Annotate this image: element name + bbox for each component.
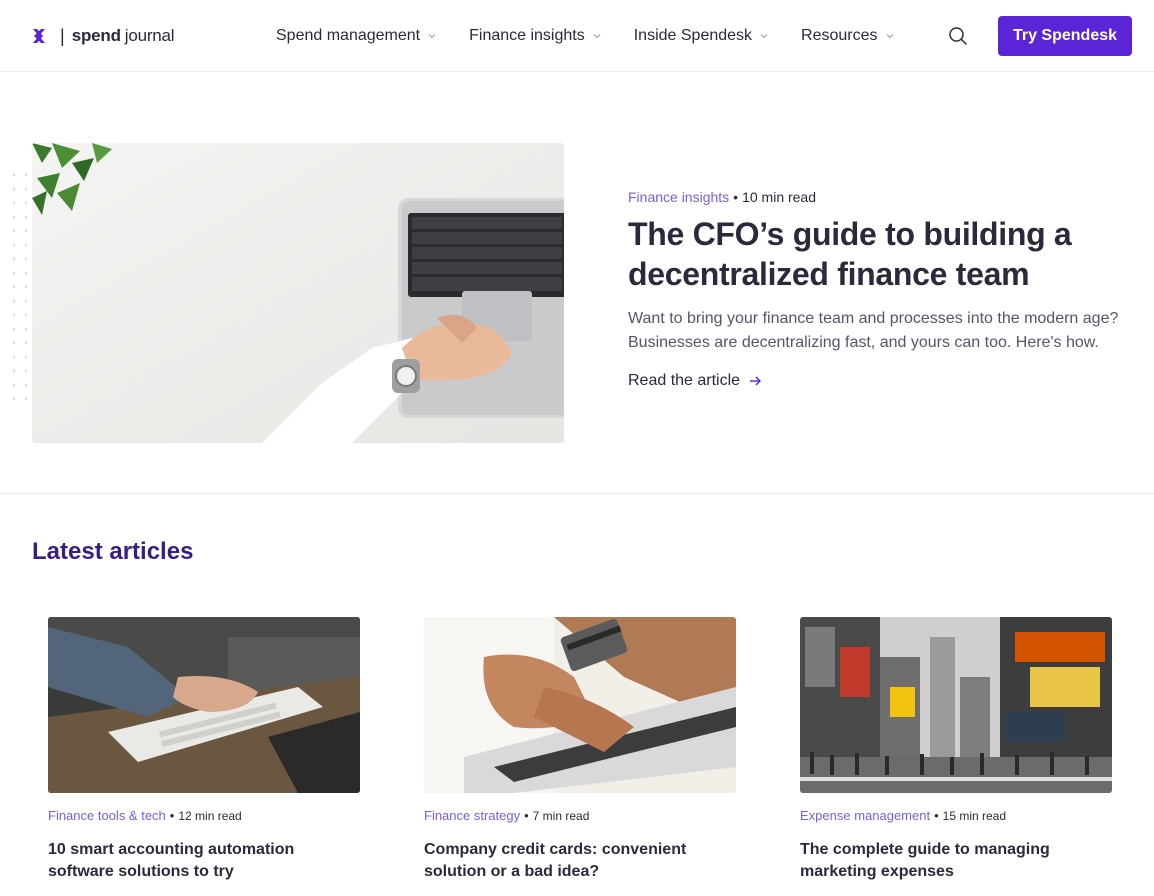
- article-meta: Finance tools & tech • 12 min read: [48, 808, 360, 823]
- read-article-link[interactable]: Read the article: [628, 372, 762, 390]
- article-meta: Expense management • 15 min read: [800, 808, 1112, 823]
- search-icon[interactable]: [947, 25, 969, 47]
- hero-article-meta: Finance insights • 10 min read: [628, 189, 816, 205]
- nav-label: Finance insights: [469, 27, 585, 44]
- keyboard-photo: [48, 617, 360, 793]
- nav-spend-management[interactable]: Spend management: [276, 27, 436, 45]
- credit-card-photo: [424, 617, 736, 793]
- logo-text-journal: journal: [124, 26, 175, 45]
- laptop-desk-photo: [32, 143, 564, 443]
- nav-label: Spend management: [276, 27, 421, 44]
- article-category-link[interactable]: Finance tools & tech: [48, 808, 166, 823]
- article-title[interactable]: Company credit cards: convenient solutio…: [424, 839, 724, 883]
- nav-label: Inside Spendesk: [633, 27, 753, 44]
- section-divider: [0, 493, 1154, 494]
- article-card: Finance strategy • 7 min read Company cred…: [424, 617, 736, 883]
- latest-articles-heading: Latest articles: [32, 538, 194, 565]
- arrow-right-icon: [750, 376, 762, 386]
- hero-article-title[interactable]: The CFO’s guide to building a decentrali…: [628, 214, 1128, 294]
- logo-text-spend: spend: [71, 26, 121, 45]
- main-nav: Spend management Finance insights Inside…: [276, 24, 894, 48]
- spendesk-logo-icon: [33, 29, 45, 43]
- logo-separator: |: [60, 25, 65, 46]
- article-meta: Finance strategy • 7 min read: [424, 808, 736, 823]
- nav-finance-insights[interactable]: Finance insights: [469, 27, 601, 45]
- article-category-link[interactable]: Finance strategy: [424, 808, 520, 823]
- nav-label: Resources: [801, 27, 878, 44]
- article-title[interactable]: The complete guide to managing marketing…: [800, 839, 1100, 883]
- try-spendesk-button[interactable]: Try Spendesk: [998, 16, 1132, 56]
- hero-image[interactable]: [32, 143, 564, 443]
- chevron-down-icon: [886, 34, 893, 39]
- article-card: Expense management • 15 min read The compl…: [800, 617, 1112, 883]
- article-title[interactable]: 10 smart accounting automation software …: [48, 839, 348, 883]
- times-square-photo: [800, 617, 1112, 793]
- site-header: | spend journal Spend management Finance…: [0, 0, 1154, 72]
- site-logo[interactable]: | spend journal: [32, 24, 175, 48]
- article-image-typing-keyboard[interactable]: [48, 617, 360, 793]
- article-category-link[interactable]: Expense management: [800, 808, 930, 823]
- article-image-credit-card[interactable]: [424, 617, 736, 793]
- article-read-time: 7 min read: [532, 809, 590, 823]
- article-read-time: 15 min read: [942, 809, 1007, 823]
- article-read-time: 12 min read: [178, 809, 242, 823]
- meta-separator: •: [934, 808, 939, 823]
- article-image-times-square[interactable]: [800, 617, 1112, 793]
- hero-article-description: Want to bring your finance team and proc…: [628, 310, 1119, 351]
- meta-separator: •: [524, 808, 529, 823]
- decorative-dot-pattern: [8, 168, 28, 410]
- article-card: Finance tools & tech • 12 min read 10 smar…: [48, 617, 360, 883]
- meta-separator: •: [733, 189, 739, 205]
- chevron-down-icon: [428, 34, 436, 39]
- read-article-label: Read the article: [628, 372, 741, 389]
- hero-read-time: 10 min read: [742, 189, 817, 205]
- meta-separator: •: [169, 808, 175, 823]
- hero-category-link[interactable]: Finance insights: [628, 189, 729, 205]
- chevron-down-icon: [593, 34, 601, 39]
- nav-inside-spendesk[interactable]: Inside Spendesk: [634, 27, 768, 45]
- chevron-down-icon: [760, 34, 768, 39]
- nav-resources[interactable]: Resources: [801, 27, 893, 45]
